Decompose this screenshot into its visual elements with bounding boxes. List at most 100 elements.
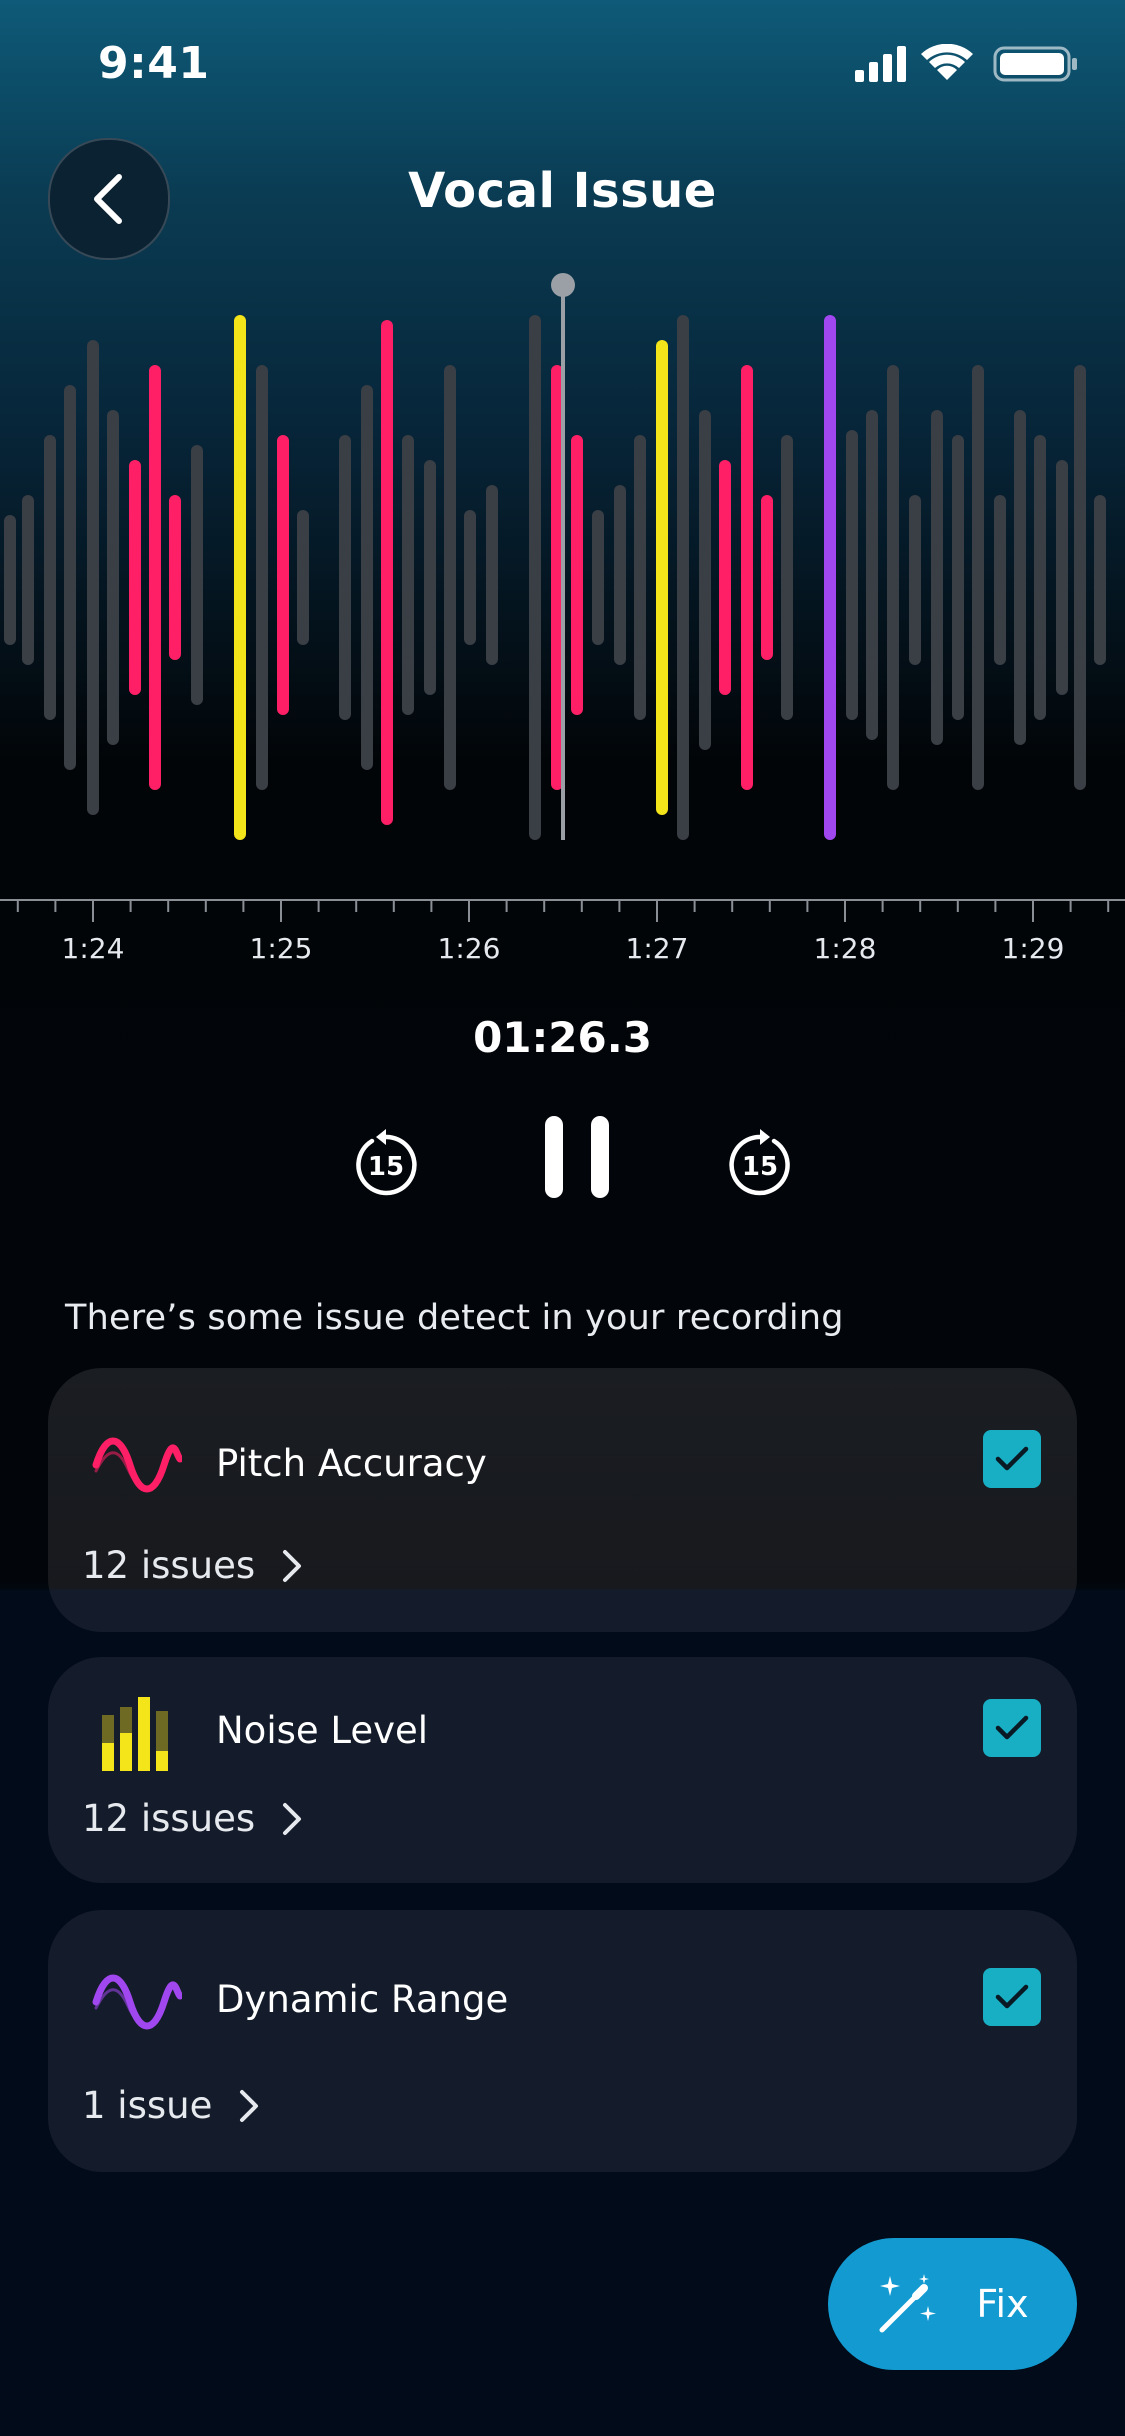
waveform-bar bbox=[677, 315, 689, 840]
waveform-bar bbox=[87, 340, 99, 815]
waveform-bar bbox=[402, 435, 414, 715]
waveform-bar bbox=[972, 365, 984, 790]
status-time: 9:41 bbox=[98, 38, 210, 89]
timeline-label: 1:28 bbox=[813, 932, 877, 965]
waveform-bar bbox=[424, 460, 436, 695]
waveform-bar bbox=[909, 495, 921, 665]
waveform-issue-bar bbox=[741, 365, 753, 790]
waveform-bar bbox=[1034, 435, 1046, 720]
waveform-issue-bar bbox=[277, 435, 289, 715]
skip-forward-button[interactable]: 15 bbox=[724, 1127, 796, 1199]
waveform-bar bbox=[1094, 495, 1106, 665]
issue-count: 12 issues bbox=[82, 1544, 256, 1587]
issue-count: 1 issue bbox=[82, 2084, 213, 2127]
waveform-bar bbox=[846, 430, 858, 720]
waveform-issue-bar bbox=[129, 460, 141, 695]
chevron-right-icon bbox=[240, 2089, 259, 2122]
waveform-bar bbox=[781, 435, 793, 720]
status-icons bbox=[855, 44, 1077, 82]
waveform-issue-bar bbox=[656, 340, 668, 815]
timeline-label: 1:24 bbox=[61, 932, 125, 965]
waveform-issue-bar bbox=[719, 460, 731, 695]
check-icon bbox=[995, 1446, 1029, 1471]
chevron-right-icon bbox=[283, 1802, 302, 1835]
waveform-bar bbox=[22, 495, 34, 665]
waveform[interactable] bbox=[0, 270, 1125, 850]
issue-count-link[interactable]: 1 issue bbox=[82, 2084, 260, 2127]
issue-detected-message: There’s some issue detect in your record… bbox=[65, 1298, 844, 1338]
playhead-handle[interactable] bbox=[551, 273, 575, 297]
waveform-bar bbox=[866, 410, 878, 740]
waveform-bar bbox=[1074, 365, 1086, 790]
waveform-bar bbox=[361, 385, 373, 770]
waveform-issue-bar bbox=[169, 495, 181, 660]
noise-bars-icon bbox=[102, 1697, 168, 1771]
waveform-bar bbox=[887, 365, 899, 790]
waveform-bar bbox=[994, 495, 1006, 665]
vocal-issue-screen: 9:41 Vocal Issue 1:24 1:25 1:26 1:27 1:28 1:2… bbox=[0, 0, 1125, 2436]
rewind-15-icon: 15 bbox=[356, 1129, 417, 1196]
svg-text:15: 15 bbox=[742, 1152, 778, 1182]
timeline-label: 1:27 bbox=[625, 932, 689, 965]
waveform-bar bbox=[464, 510, 476, 645]
battery-icon bbox=[993, 46, 1077, 82]
pitch-wave-icon bbox=[92, 1437, 182, 1493]
waveform-bar bbox=[1056, 460, 1068, 695]
issue-count: 12 issues bbox=[82, 1797, 256, 1840]
waveform-bar bbox=[191, 445, 203, 705]
svg-text:15: 15 bbox=[368, 1152, 404, 1182]
waveform-issue-bar bbox=[149, 365, 161, 790]
waveform-bar bbox=[486, 485, 498, 665]
waveform-bar bbox=[592, 510, 604, 645]
pause-button[interactable] bbox=[535, 1112, 619, 1202]
skip-back-button[interactable]: 15 bbox=[350, 1127, 422, 1199]
check-icon bbox=[995, 1984, 1029, 2009]
issue-count-link[interactable]: 12 issues bbox=[82, 1544, 303, 1587]
issue-checkbox[interactable] bbox=[983, 1968, 1041, 2026]
pause-icon bbox=[545, 1116, 609, 1198]
magic-wand-icon bbox=[879, 2274, 937, 2333]
dynamic-wave-icon bbox=[92, 1974, 182, 2030]
check-icon bbox=[995, 1715, 1029, 1740]
timeline-label: 1:29 bbox=[1001, 932, 1065, 965]
issue-title: Noise Level bbox=[216, 1709, 429, 1752]
current-time: 01:26.3 bbox=[473, 1013, 652, 1062]
waveform-bar bbox=[529, 315, 541, 840]
timeline-ruler[interactable] bbox=[0, 890, 1125, 970]
timeline-label: 1:25 bbox=[249, 932, 313, 965]
waveform-issue-bar bbox=[381, 320, 393, 825]
waveform-bar bbox=[634, 435, 646, 720]
timeline-label: 1:26 bbox=[437, 932, 501, 965]
waveform-bar bbox=[4, 515, 16, 645]
waveform-bar bbox=[256, 365, 268, 790]
waveform-bar bbox=[44, 435, 56, 720]
waveform-issue-bar bbox=[234, 315, 246, 840]
waveform-bar bbox=[931, 410, 943, 745]
waveform-bar bbox=[297, 510, 309, 645]
issue-card-noise-level[interactable]: Noise Level 12 issues bbox=[48, 1657, 1077, 1883]
waveform-bar bbox=[699, 410, 711, 750]
chevron-right-icon bbox=[283, 1549, 302, 1582]
issue-checkbox[interactable] bbox=[983, 1430, 1041, 1488]
issue-card-pitch-accuracy[interactable]: Pitch Accuracy 12 issues bbox=[48, 1368, 1077, 1632]
fix-button-label: Fix bbox=[976, 2282, 1029, 2326]
page-title: Vocal Issue bbox=[408, 163, 717, 219]
waveform-issue-bar bbox=[824, 315, 836, 840]
wifi-icon bbox=[921, 44, 973, 80]
waveform-bar bbox=[1014, 410, 1026, 745]
waveform-bar bbox=[952, 435, 964, 720]
waveform-bar bbox=[339, 435, 351, 720]
signal-icon bbox=[855, 46, 906, 82]
forward-15-icon: 15 bbox=[729, 1129, 790, 1196]
issue-title: Pitch Accuracy bbox=[216, 1442, 487, 1485]
fix-button[interactable]: Fix bbox=[828, 2238, 1077, 2370]
waveform-issue-bar bbox=[571, 435, 583, 715]
waveform-bar bbox=[107, 410, 119, 745]
waveform-bar bbox=[614, 485, 626, 665]
waveform-issue-bar bbox=[761, 495, 773, 660]
issue-card-dynamic-range[interactable]: Dynamic Range 1 issue bbox=[48, 1910, 1077, 2172]
issue-checkbox[interactable] bbox=[983, 1699, 1041, 1757]
waveform-bar bbox=[64, 385, 76, 770]
issue-count-link[interactable]: 12 issues bbox=[82, 1797, 303, 1840]
issue-title: Dynamic Range bbox=[216, 1978, 509, 2021]
